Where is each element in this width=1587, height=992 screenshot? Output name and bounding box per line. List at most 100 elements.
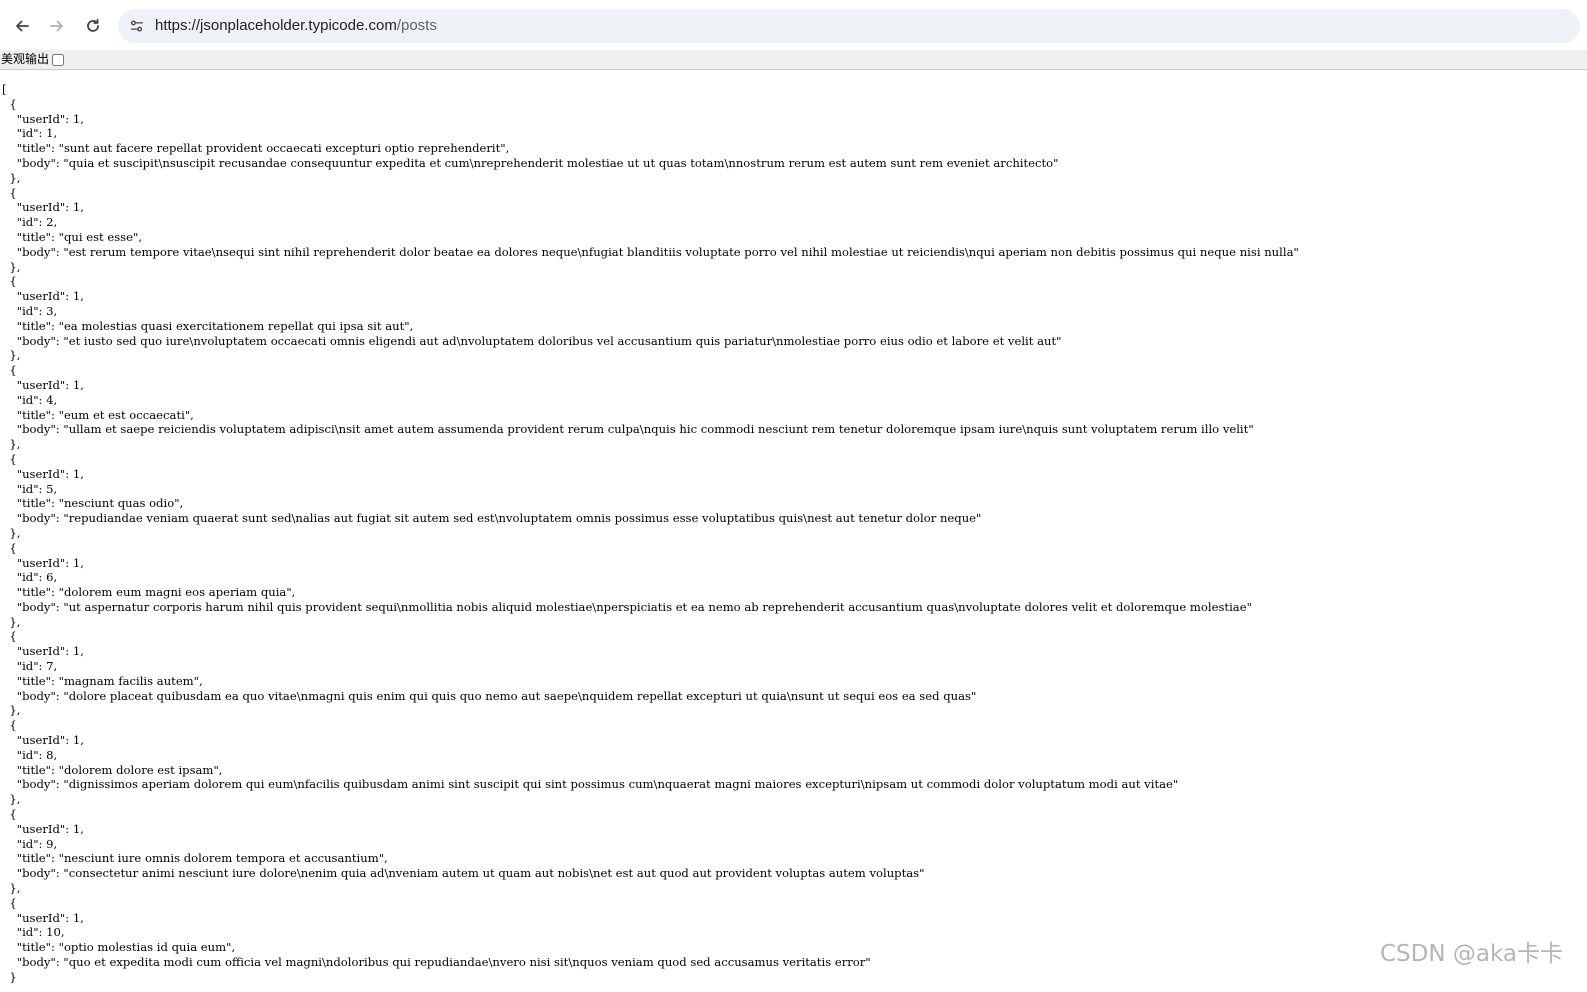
json-id-line: "id": 7, [2,659,58,674]
json-title-line-value: nesciunt quas odio [63,496,175,511]
json-content: [ { "userId": 1, "id": 1, "title": "sunt… [2,82,1585,992]
pretty-print-checkbox[interactable] [52,53,65,66]
json-object-open: { [2,807,17,822]
json-object-close: }, [2,703,21,718]
json-body-line: "body": "et iusto sed quo iure\nvoluptat… [2,333,1062,348]
json-body-line-value: quia et suscipit\nsuscipit recusandae co… [68,155,1054,170]
json-userid-line-value: 1 [72,377,81,392]
json-object-close: }, [2,348,21,363]
json-title-line-value: magnam facilis autem [63,673,194,688]
json-body-line-value: repudiandae veniam quaerat sunt sed\nali… [68,511,977,526]
json-object-open: { [2,185,17,200]
json-body-line: "body": "est rerum tempore vitae\nsequi … [2,244,1299,259]
json-object-open: { [2,895,17,910]
url-path: /posts [396,17,437,34]
forward-button[interactable] [43,12,71,40]
json-object-close: }, [2,259,21,274]
json-object-open: { [2,451,17,466]
pretty-print-label: 美观输出 [1,52,50,66]
reload-button[interactable] [79,12,107,40]
json-title-line-value: nesciunt iure omnis dolorem tempora et a… [63,851,379,866]
json-userid-line-value: 1 [72,733,81,748]
back-arrow-icon [16,20,29,32]
json-userid-line: "userId": 1, [2,377,84,392]
json-body-line: "body": "ut aspernatur corporis harum ni… [2,599,1252,614]
json-id-line-value: 3 [46,303,54,318]
json-object-close: }, [2,170,21,185]
json-userid-line-value: 1 [72,910,81,925]
back-button[interactable] [8,12,36,40]
json-id-line: "id": 2, [2,215,58,230]
json-title-line: "title": "eum et est occaecati", [2,407,194,422]
json-object-open: { [2,96,17,111]
json-body-line: "body": "consectetur animi nesciunt iure… [2,866,925,881]
url-text[interactable]: https://jsonplaceholder.typicode.com/pos… [155,17,437,34]
json-title-line: "title": "optio molestias id quia eum", [2,940,236,955]
json-id-line-value: 6 [46,570,54,585]
json-title-line-value: sunt aut facere repellat provident occae… [63,141,501,156]
json-viewer-toolbar: 美观输出 [0,50,1587,70]
json-body-line: "body": "quo et expedita modi cum offici… [2,955,871,970]
json-userid-line: "userId": 1, [2,910,84,925]
json-title-line: "title": "nesciunt iure omnis dolorem te… [2,851,388,866]
json-body-line-value: ullam et saepe reiciendis voluptatem adi… [68,422,1249,437]
json-userid-line-value: 1 [72,200,81,215]
json-title-line: "title": "nesciunt quas odio", [2,496,184,511]
json-id-line-value: 9 [46,836,54,851]
json-body-line-value: ut aspernatur corporis harum nihil quis … [68,599,1247,614]
json-id-line-value: 4 [46,392,54,407]
json-userid-line: "userId": 1, [2,289,84,304]
json-object-open: { [2,540,17,555]
json-id-line: "id": 10, [2,925,65,940]
json-body-line-value: est rerum tempore vitae\nsequi sint nihi… [68,244,1294,259]
json-object-close: }, [2,614,21,629]
json-id-line-value: 7 [46,659,54,674]
browser-toolbar: https://jsonplaceholder.typicode.com/pos… [0,0,1587,50]
json-title-line-value: eum et est occaecati [63,407,185,422]
json-title-line-value: ea molestias quasi exercitationem repell… [63,318,405,333]
json-userid-line: "userId": 1, [2,200,84,215]
json-userid-line: "userId": 1, [2,644,84,659]
site-info-icon [131,20,143,32]
json-id-line: "id": 5, [2,481,58,496]
json-title-line-value: dolorem dolore est ipsam [63,762,214,777]
json-title-line: "title": "ea molestias quasi exercitatio… [2,318,414,333]
json-object-close: }, [2,525,21,540]
json-id-line-value: 2 [46,215,54,230]
json-id-line-value: 1 [46,126,54,141]
json-id-line-value: 10 [46,925,61,940]
json-userid-line: "userId": 1, [2,466,84,481]
json-userid-line-value: 1 [72,111,81,126]
json-id-line-value: 8 [46,747,54,762]
json-object-close: }, [2,792,21,807]
json-id-line-value: 5 [46,481,54,496]
json-object-close: }, [2,881,21,896]
watermark: CSDN @aka卡卡 [1380,941,1563,967]
site-info-button[interactable] [124,13,150,39]
json-body-line-value: et iusto sed quo iure\nvoluptatem occaec… [68,333,1057,348]
json-title-line: "title": "magnam facilis autem", [2,673,203,688]
json-title-line: "title": "dolorem dolore est ipsam", [2,762,223,777]
json-title-line: "title": "qui est esse", [2,229,143,244]
json-object-open: { [2,718,17,733]
json-body-line-value: dolore placeat quibusdam ea quo vitae\nm… [68,688,971,703]
json-body-line-value: quo et expedita modi cum officia vel mag… [68,955,866,970]
json-object-open: { [2,274,17,289]
json-open-bracket: [ [2,82,7,96]
address-bar[interactable]: https://jsonplaceholder.typicode.com/pos… [118,9,1580,43]
json-userid-line: "userId": 1, [2,733,84,748]
json-userid-line: "userId": 1, [2,555,84,570]
json-id-line: "id": 1, [2,126,58,141]
json-id-line: "id": 6, [2,570,58,585]
json-title-line-value: qui est esse [63,229,133,244]
json-id-line: "id": 4, [2,392,58,407]
json-userid-line-value: 1 [72,555,81,570]
json-title-line-value: dolorem eum magni eos aperiam quia [63,585,287,600]
json-body-line: "body": "dignissimos aperiam dolorem qui… [2,777,1179,792]
json-id-line: "id": 9, [2,836,58,851]
json-userid-line-value: 1 [72,644,81,659]
json-object-close: }, [2,437,21,452]
json-object-open: { [2,363,17,378]
json-object-close: } [2,969,17,984]
json-object-open: { [2,629,17,644]
